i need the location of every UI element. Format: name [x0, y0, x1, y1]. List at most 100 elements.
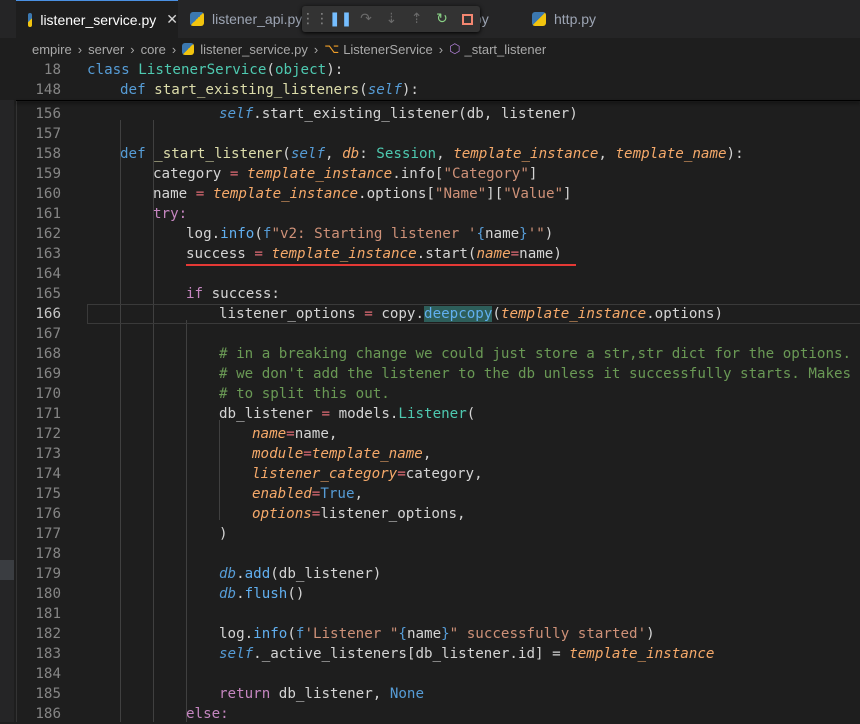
- token: db_listener,: [278, 686, 390, 702]
- token: self: [219, 646, 254, 662]
- token: success:: [211, 286, 280, 302]
- token: ][: [486, 186, 504, 202]
- breadcrumb-item[interactable]: server: [88, 42, 124, 57]
- token: " successfully started': [449, 626, 647, 642]
- code-line: 181: [0, 604, 860, 624]
- python-file-icon: [190, 12, 204, 26]
- line-number: 148: [35, 82, 61, 98]
- token: '": [527, 226, 545, 242]
- token: (: [466, 406, 476, 422]
- restart-icon[interactable]: ↻: [429, 6, 454, 32]
- token: info: [220, 226, 255, 242]
- breadcrumb-item[interactable]: empire: [32, 42, 72, 57]
- token: _start_listener: [154, 146, 283, 162]
- line-number: 178: [35, 546, 61, 562]
- code-line: 164: [0, 264, 860, 284]
- code-editor[interactable]: 18 class ListenerService(object): 148 def …: [0, 60, 860, 722]
- python-file-icon: [28, 12, 33, 27]
- token: log: [219, 626, 245, 642]
- token: flush: [244, 586, 288, 602]
- tab-listener-service[interactable]: listener_service.py ✕: [16, 0, 178, 38]
- breadcrumb-item[interactable]: ListenerService: [343, 42, 433, 57]
- code-line: 160 name = template_instance.options["Nam…: [0, 184, 860, 204]
- code-line: 174 listener_category=category,: [0, 464, 860, 484]
- token: True: [320, 486, 355, 502]
- pause-icon[interactable]: ❚❚: [328, 6, 353, 32]
- line-number: 181: [35, 606, 61, 622]
- drag-grip-icon[interactable]: ⋮⋮: [301, 6, 329, 32]
- python-file-icon: [182, 43, 195, 55]
- token: ): [553, 246, 562, 262]
- token: name: [406, 626, 442, 642]
- token: .start(: [416, 246, 477, 262]
- token: else:: [186, 706, 229, 722]
- step-into-icon[interactable]: ⇣: [379, 6, 404, 32]
- breadcrumb-item[interactable]: _start_listener: [465, 42, 547, 57]
- token: ,: [422, 446, 432, 462]
- line-number: 164: [35, 266, 61, 282]
- token: add: [244, 566, 271, 582]
- line-number: 185: [35, 686, 61, 702]
- stop-icon[interactable]: [455, 6, 480, 32]
- token: .start_existing_listener(db, listener): [253, 106, 578, 122]
- code-line: 172 name=name,: [0, 424, 860, 444]
- code-line: 179 db.add(db_listener): [0, 564, 860, 584]
- token: template_instance: [500, 306, 647, 322]
- tab-label: listener_api.py: [212, 11, 303, 27]
- code-line: 185 return db_listener, None: [0, 684, 860, 704]
- chevron-right-icon: ›: [438, 41, 444, 57]
- breadcrumb-item[interactable]: core: [141, 42, 166, 57]
- token: template_instance: [212, 186, 359, 202]
- line-number: 171: [35, 406, 61, 422]
- token: ]: [563, 186, 572, 202]
- line-number: 161: [35, 206, 61, 222]
- class-symbol-icon: ⌥: [324, 41, 340, 56]
- line-number: 183: [35, 646, 61, 662]
- token: start_existing_listeners: [154, 82, 360, 98]
- token: "Value": [503, 186, 564, 202]
- tab-http[interactable]: http.py: [532, 0, 596, 38]
- line-number: 165: [35, 286, 61, 302]
- step-over-icon[interactable]: ↷: [353, 6, 378, 32]
- token: name: [252, 426, 287, 442]
- token: template_instance: [271, 246, 417, 262]
- token: 'Listener ": [304, 626, 399, 642]
- method-symbol-icon: ⬡: [449, 41, 461, 56]
- breadcrumb-item[interactable]: listener_service.py: [200, 42, 308, 57]
- token: template_instance: [246, 166, 393, 182]
- line-number: 179: [35, 566, 61, 582]
- code-line: 171 db_listener = models.Listener(: [0, 404, 860, 424]
- python-file-icon: [532, 12, 546, 26]
- code-line: 184: [0, 664, 860, 684]
- chevron-right-icon: ›: [313, 41, 319, 57]
- close-icon[interactable]: ✕: [166, 11, 178, 28]
- line-number: 18: [43, 62, 61, 78]
- token: .options[: [358, 186, 435, 202]
- code-line: 168 # in a breaking change we could just …: [0, 344, 860, 364]
- token: ,: [354, 486, 364, 502]
- token: name: [484, 226, 520, 242]
- token: {: [398, 626, 407, 642]
- token: return: [219, 686, 271, 702]
- step-out-icon[interactable]: ⇡: [404, 6, 429, 32]
- token: category,: [405, 466, 483, 482]
- token: template_name: [615, 146, 727, 162]
- token: db: [342, 146, 360, 162]
- token: listener_category: [252, 466, 398, 482]
- tab-listener-api[interactable]: listener_api.py: [190, 0, 302, 38]
- code-line: 177): [0, 524, 860, 544]
- tab-label: http.py: [554, 11, 597, 27]
- code-line: 175 enabled=True,: [0, 484, 860, 504]
- code-line: 182 log.info(f'Listener "{name}" successf…: [0, 624, 860, 644]
- code-line: 180 db.flush(): [0, 584, 860, 604]
- token: db: [219, 566, 237, 582]
- token: ._active_listeners[db_listener.id] =: [253, 646, 570, 662]
- token: # we don't add the listener to the db un…: [219, 366, 860, 382]
- code-line: 148 def start_existing_listeners(self):: [0, 80, 860, 100]
- line-number: 175: [35, 486, 61, 502]
- line-number: 174: [35, 466, 61, 482]
- token: def: [120, 146, 146, 162]
- token: template_instance: [453, 146, 599, 162]
- token: template_instance: [569, 646, 715, 662]
- debug-toolbar: ⋮⋮ ❚❚ ↷ ⇣ ⇡ ↻: [301, 6, 480, 32]
